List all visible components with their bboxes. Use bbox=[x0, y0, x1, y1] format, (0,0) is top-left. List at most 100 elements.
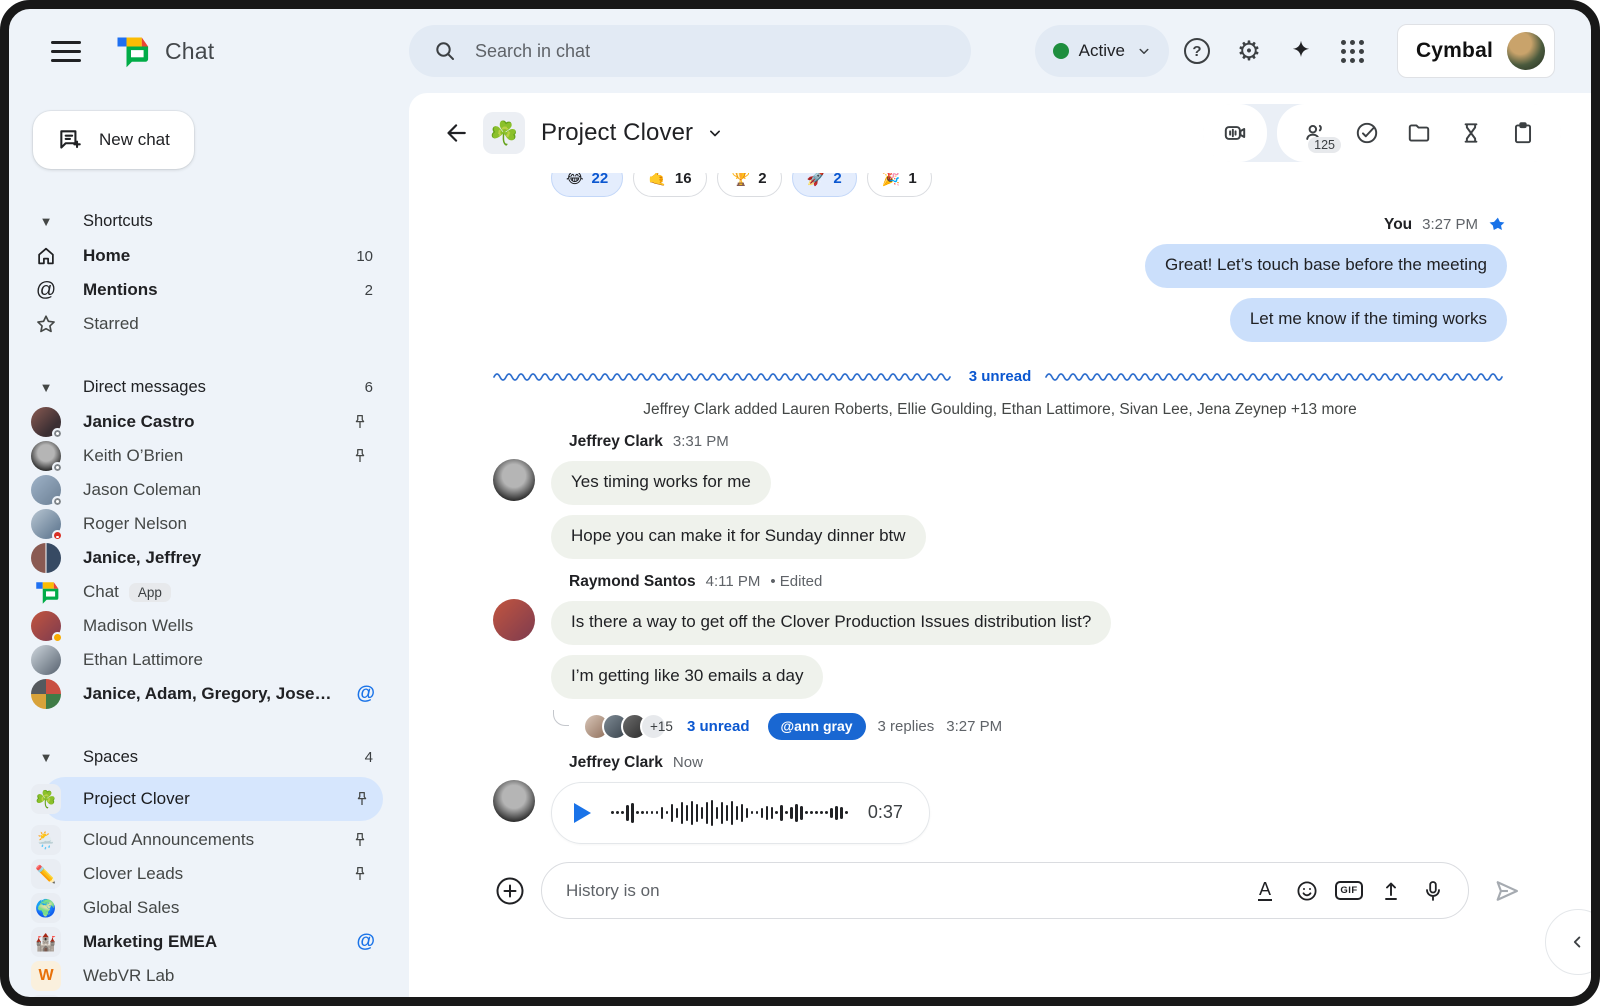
spaces-header[interactable]: ▼ Spaces 4 bbox=[9, 739, 409, 775]
message-bubble[interactable]: I’m getting like 30 emails a day bbox=[551, 655, 823, 699]
dm-item-chat-app[interactable]: ChatApp bbox=[9, 575, 409, 609]
message-bubble[interactable]: Great! Let’s touch base before the meeti… bbox=[1145, 244, 1507, 288]
spaces-label: Spaces bbox=[83, 748, 365, 767]
gif-icon: GIF bbox=[1335, 881, 1362, 900]
play-icon[interactable] bbox=[574, 803, 591, 823]
history-button[interactable] bbox=[1449, 111, 1493, 155]
space-item[interactable]: W WebVR Lab bbox=[9, 959, 409, 993]
input-placeholder: History is on bbox=[566, 881, 1244, 901]
sidebar-item-starred[interactable]: Starred bbox=[9, 307, 409, 341]
pin-icon bbox=[351, 447, 369, 465]
format-button[interactable]: A bbox=[1244, 870, 1286, 912]
message-bubble[interactable]: Let me know if the timing works bbox=[1230, 298, 1507, 342]
dm-item[interactable]: Jason Coleman bbox=[9, 473, 409, 507]
reaction-chip[interactable]: 🎉1 bbox=[867, 173, 932, 197]
account-card[interactable]: Cymbal bbox=[1397, 24, 1555, 78]
home-count: 10 bbox=[356, 248, 373, 265]
space-item[interactable]: 🍔 Lunch Crew bbox=[9, 993, 409, 997]
outgoing-message-group: You 3:27 PM Great! Let’s touch base befo… bbox=[493, 215, 1507, 342]
message-bubble[interactable]: Yes timing works for me bbox=[551, 461, 771, 505]
dm-item[interactable]: Janice, Adam, Gregory, Jose… @ bbox=[9, 677, 409, 711]
mention-chip[interactable]: @ann gray bbox=[768, 713, 866, 740]
dm-header[interactable]: ▼ Direct messages 6 bbox=[9, 369, 409, 405]
reaction-chip[interactable]: 🏆2 bbox=[717, 173, 782, 197]
avatar bbox=[31, 441, 61, 471]
folder-icon bbox=[1406, 120, 1432, 146]
sender-name: You bbox=[1384, 216, 1412, 234]
space-letter-tile: W bbox=[31, 961, 61, 991]
clipboard-icon bbox=[1510, 120, 1536, 146]
avatar[interactable] bbox=[493, 780, 535, 822]
space-item[interactable]: 🌍 Global Sales bbox=[9, 891, 409, 925]
gif-button[interactable]: GIF bbox=[1328, 870, 1370, 912]
starred-icon[interactable] bbox=[1488, 215, 1507, 234]
shortcuts-header[interactable]: ▼ Shortcuts bbox=[9, 203, 409, 239]
room-emoji: ☘️ bbox=[483, 112, 525, 154]
add-button[interactable] bbox=[495, 876, 525, 906]
user-avatar[interactable] bbox=[1507, 32, 1545, 70]
avatar bbox=[31, 407, 61, 437]
help-button[interactable]: ? bbox=[1173, 27, 1221, 75]
voice-message-player[interactable]: 0:37 bbox=[551, 782, 930, 844]
avatar[interactable] bbox=[493, 599, 535, 641]
mic-button[interactable] bbox=[1412, 870, 1454, 912]
members-button[interactable]: 125 bbox=[1293, 111, 1337, 155]
clipboard-button[interactable] bbox=[1501, 111, 1545, 155]
status-selector[interactable]: Active bbox=[1035, 25, 1169, 77]
unread-label: 3 unread bbox=[969, 368, 1032, 385]
new-chat-button[interactable]: New chat bbox=[33, 111, 194, 169]
thread-replies-row[interactable]: +15 3 unread @ann gray 3 replies 3:27 PM bbox=[553, 713, 1507, 740]
section-shortcuts: ▼ Shortcuts Home 10 @ Mentions 2 Starred bbox=[9, 203, 409, 341]
message-time: Now bbox=[673, 754, 703, 771]
space-item[interactable]: 🏰 Marketing EMEA @ bbox=[9, 925, 409, 959]
space-item-project-clover[interactable]: ☘️ Project Clover bbox=[9, 777, 409, 821]
huddle-button[interactable] bbox=[1203, 104, 1267, 162]
menu-icon[interactable] bbox=[51, 41, 81, 62]
text-format-icon: A bbox=[1258, 880, 1272, 902]
message-bubble[interactable]: Is there a way to get off the Clover Pro… bbox=[551, 601, 1111, 645]
wavy-line bbox=[493, 370, 955, 382]
dm-item[interactable]: Keith O’Brien bbox=[9, 439, 409, 473]
sidebar-item-home[interactable]: Home 10 bbox=[9, 239, 409, 273]
space-item[interactable]: 🌦️ Cloud Announcements bbox=[9, 823, 409, 857]
dm-item[interactable]: Ethan Lattimore bbox=[9, 643, 409, 677]
reaction-chip[interactable]: 🚀2 bbox=[792, 173, 857, 197]
app-title: Chat bbox=[165, 38, 214, 65]
emoji-button[interactable] bbox=[1286, 870, 1328, 912]
message-bubble[interactable]: Hope you can make it for Sunday dinner b… bbox=[551, 515, 926, 559]
dm-item[interactable]: Janice, Jeffrey bbox=[9, 541, 409, 575]
search-input[interactable]: Search in chat bbox=[409, 25, 971, 77]
shortcuts-label: Shortcuts bbox=[83, 212, 409, 231]
settings-button[interactable]: ⚙ bbox=[1225, 27, 1273, 75]
new-chat-icon bbox=[57, 127, 83, 153]
upload-button[interactable] bbox=[1370, 870, 1412, 912]
dm-item[interactable]: Madison Wells bbox=[9, 609, 409, 643]
reaction-chip[interactable]: 😂22 bbox=[551, 173, 623, 197]
dm-label: Direct messages bbox=[83, 378, 365, 397]
header-actions: 125 bbox=[1203, 104, 1561, 162]
apps-grid-icon bbox=[1341, 40, 1364, 63]
back-button[interactable] bbox=[433, 111, 477, 155]
reaction-emoji: 🚀 bbox=[807, 173, 826, 187]
apps-grid-button[interactable] bbox=[1329, 27, 1377, 75]
reaction-chip[interactable]: 🤙16 bbox=[633, 173, 706, 197]
message-input[interactable]: History is on A GIF bbox=[541, 862, 1469, 919]
space-emoji: ☘️ bbox=[31, 784, 61, 814]
mention-indicator-icon: @ bbox=[356, 683, 375, 705]
space-item[interactable]: ✏️ Clover Leads bbox=[9, 857, 409, 891]
avatar bbox=[31, 611, 61, 641]
sidebar-item-mentions[interactable]: @ Mentions 2 bbox=[9, 273, 409, 307]
send-button[interactable] bbox=[1485, 869, 1529, 913]
dm-item[interactable]: Janice Castro bbox=[9, 405, 409, 439]
files-button[interactable] bbox=[1397, 111, 1441, 155]
avatar-group bbox=[31, 543, 61, 573]
avatar-group bbox=[31, 679, 61, 709]
thread-time: 3:27 PM bbox=[946, 718, 1002, 735]
gemini-button[interactable] bbox=[1277, 27, 1325, 75]
top-bar: Chat Search in chat Active ? ⚙ Cymbal bbox=[9, 9, 1591, 93]
avatar[interactable] bbox=[493, 459, 535, 501]
dm-item[interactable]: Roger Nelson bbox=[9, 507, 409, 541]
room-menu-button[interactable] bbox=[705, 123, 725, 143]
reaction-emoji: 🏆 bbox=[732, 173, 751, 187]
tasks-button[interactable] bbox=[1345, 111, 1389, 155]
